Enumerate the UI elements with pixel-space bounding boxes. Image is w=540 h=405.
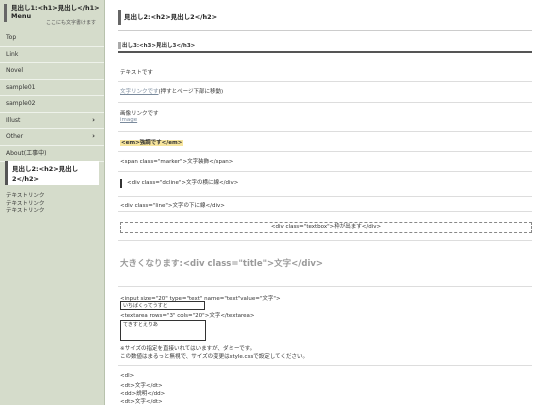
heading-mark: [118, 42, 121, 49]
textbox-example: <div class="textbox">枠が出ます</div>: [120, 222, 532, 233]
dl-code-line: <dt>文字</dt>: [120, 399, 163, 405]
menu-item-label: Link: [6, 50, 19, 58]
menu-item-about[interactable]: About(工事中): [0, 146, 104, 162]
menu-item-label: About(工事中): [6, 149, 47, 157]
menu-item-sample02[interactable]: sample02: [0, 96, 104, 113]
menu-item-label: sample02: [6, 100, 36, 107]
menu-item-label: Illust: [6, 116, 21, 124]
divider: [118, 102, 532, 103]
big-title-example: 大きくなります:<div class="title">文字</div>: [120, 259, 324, 269]
em-text: <em>強調です</em>: [120, 140, 184, 146]
menu-item-label: Novel: [6, 67, 24, 74]
page-heading-h2: 見出し2:<h2>見出し2</h2>: [118, 10, 532, 25]
divider: [118, 30, 532, 31]
menu-item-link[interactable]: Link: [0, 47, 104, 63]
dcline-example: <div class="dcline">文字の横に線</div>: [120, 179, 238, 188]
sidebar-text-link[interactable]: テキストリンク: [6, 208, 44, 216]
divider: [118, 171, 532, 172]
dl-code-line: <dd>説明</dd>: [120, 391, 166, 397]
main-content: 見出し2:<h2>見出し2</h2> 出し3:<h3>見出し3</h3> テキス…: [118, 0, 532, 405]
divider: [118, 131, 532, 132]
marker-example: <span class="marker">文字装飾</span>: [120, 159, 234, 165]
text-link[interactable]: 文字リンクです: [120, 89, 159, 95]
broken-image-icon[interactable]: image: [120, 117, 137, 123]
menu-item-label: Other: [6, 133, 24, 140]
body-text: テキストです: [120, 70, 153, 76]
chevron-right-icon: ›: [92, 132, 95, 140]
image-link[interactable]: image: [120, 117, 137, 123]
menu-item-novel[interactable]: Novel: [0, 63, 104, 80]
textarea-code-text: <textarea rows="3" cols="20">文字</textare…: [120, 313, 255, 319]
site-title-text[interactable]: 見出し1:<h1>見出し</h1> Menu: [11, 4, 100, 20]
line-example: <div class="line">文字の下に線</div>: [120, 203, 225, 209]
dl-code-line: <dt>文字</dt>: [120, 383, 163, 389]
menu-item-sample01[interactable]: sample01: [0, 80, 104, 96]
sample-textarea[interactable]: てきすとえりあ: [120, 320, 206, 341]
note-text: この数値はまるっと無視で、サイズの変更はstyle.cssで設定してください。: [120, 354, 308, 360]
menu-item-other[interactable]: Other ›: [0, 129, 104, 146]
dl-code-line: <dl>: [120, 373, 135, 379]
heading-h3: 出し3:<h3>見出し3</h3>: [118, 41, 532, 51]
divider: [118, 365, 532, 366]
sample-text-input[interactable]: [120, 301, 205, 310]
site-tagline: ここにも文字書けます: [45, 20, 96, 26]
text-link-note: (押すとページ下部に移動): [158, 89, 224, 95]
divider: [118, 151, 532, 152]
note-text: ※サイズの指定を直接いれてはいますが、ダミーです。: [120, 346, 256, 352]
menu-item-label: sample01: [6, 83, 36, 91]
divider: [118, 81, 532, 82]
chevron-right-icon: ›: [92, 115, 95, 124]
divider: [118, 240, 532, 241]
divider: [118, 51, 532, 53]
divider: [118, 286, 532, 287]
divider: [118, 196, 532, 197]
text-link-row: 文字リンクです(押すとページ下部に移動): [120, 87, 223, 95]
sidebar-heading-box: 見出し2:<h2>見出し2</h2>: [5, 161, 99, 185]
sidebar-text-link[interactable]: テキストリンク: [6, 193, 44, 201]
em-example: <em>強調です</em>: [120, 138, 184, 146]
sidebar: 見出し1:<h1>見出し</h1> Menu ここにも文字書けます Top Li…: [0, 0, 105, 405]
sidebar-menu: Top Link Novel sample01 sample02 Illust ›…: [0, 30, 104, 162]
image-link-label: 画像リンクです: [120, 111, 159, 117]
menu-item-top[interactable]: Top: [0, 30, 104, 47]
sidebar-text-link[interactable]: テキストリンク: [6, 201, 44, 209]
sidebar-text-links: テキストリンク テキストリンク テキストリンク: [6, 193, 44, 216]
site-title: 見出し1:<h1>見出し</h1> Menu ここにも文字書けます: [4, 4, 100, 26]
heading-h3-text: 出し3:<h3>見出し3</h3>: [122, 43, 196, 49]
menu-item-label: Top: [6, 34, 17, 41]
divider: [118, 211, 532, 212]
menu-item-illust[interactable]: Illust ›: [0, 113, 104, 129]
